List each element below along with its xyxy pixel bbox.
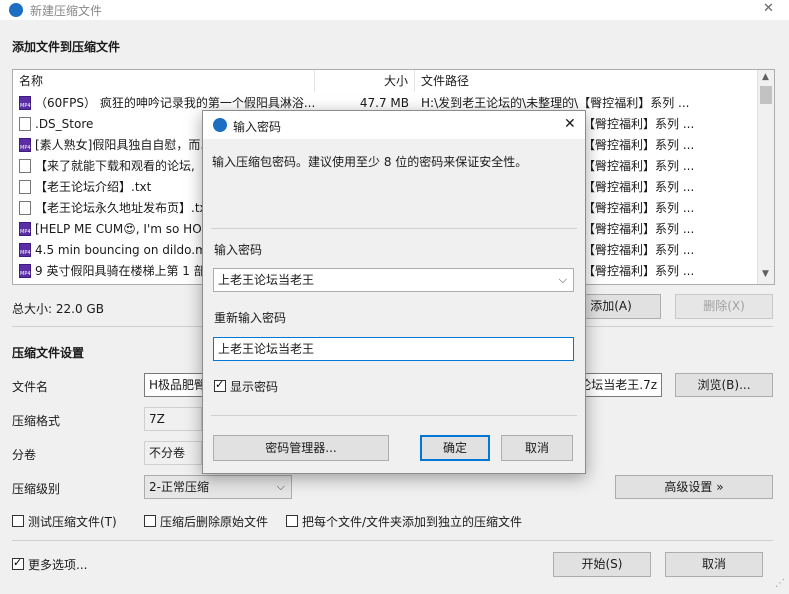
document-file-icon xyxy=(19,201,31,215)
chevron-down-icon[interactable]: ⌵ xyxy=(559,269,567,291)
browse-button[interactable]: 浏览(B)... xyxy=(675,373,773,397)
format-select[interactable]: 7Z xyxy=(144,407,202,431)
file-path: 【臀控福利】系列 ... xyxy=(583,264,695,278)
file-path: 【臀控福利】系列 ... xyxy=(583,138,695,152)
video-file-icon xyxy=(19,96,31,110)
separate-archives-label: 把每个文件/文件夹添加到独立的压缩文件 xyxy=(302,515,523,529)
advanced-settings-button[interactable]: 高级设置 » xyxy=(615,475,773,499)
document-file-icon xyxy=(19,180,31,194)
window-title: 新建压缩文件 xyxy=(30,4,103,18)
format-label: 压缩格式 xyxy=(12,414,61,428)
window-close-icon[interactable]: ✕ xyxy=(763,1,774,16)
test-archive-checkbox[interactable] xyxy=(12,515,24,527)
column-header-name[interactable]: 名称 xyxy=(13,70,315,92)
file-list-scrollbar[interactable]: ▲ ▼ xyxy=(757,70,774,284)
show-password-label: 显示密码 xyxy=(230,380,279,394)
video-file-icon xyxy=(19,138,31,152)
confirm-password-label: 重新输入密码 xyxy=(214,311,287,325)
dialog-title: 输入密码 xyxy=(233,120,282,134)
scroll-up-icon[interactable]: ▲ xyxy=(762,72,769,82)
delete-button[interactable]: 删除(X) xyxy=(675,294,773,319)
divider xyxy=(211,228,577,229)
level-value: 2-正常压缩 xyxy=(149,480,209,494)
more-options-label: 更多选项... xyxy=(28,558,88,572)
video-file-icon xyxy=(19,243,31,257)
app-logo-icon xyxy=(213,118,227,132)
dialog-title-bar: 输入密码 ✕ xyxy=(203,111,585,139)
password-input[interactable]: 上老王论坛当老王 ⌵ xyxy=(213,268,574,292)
title-bar: 新建压缩文件 ✕ xyxy=(0,0,789,20)
password-value: 上老王论坛当老王 xyxy=(218,273,315,287)
scrollbar-thumb[interactable] xyxy=(760,86,772,104)
settings-section-title: 压缩文件设置 xyxy=(12,346,85,360)
start-button[interactable]: 开始(S) xyxy=(553,552,651,577)
test-archive-label: 测试压缩文件(T) xyxy=(28,515,117,529)
video-file-icon xyxy=(19,264,31,278)
column-header-size[interactable]: 大小 xyxy=(315,70,415,92)
file-path: 【臀控福利】系列 ... xyxy=(583,243,695,257)
app-logo-icon xyxy=(9,3,23,17)
file-name: [素人熟女]假阳具独自自慰，而... xyxy=(35,138,212,152)
password-label: 输入密码 xyxy=(214,243,263,257)
file-path: 【臀控福利】系列 ... xyxy=(583,117,695,131)
volume-label: 分卷 xyxy=(12,448,37,462)
volume-select[interactable]: 不分卷 xyxy=(144,441,202,465)
total-size: 总大小: 22.0 GB xyxy=(12,302,104,316)
password-manager-button[interactable]: 密码管理器... xyxy=(213,435,389,461)
cancel-button[interactable]: 取消 xyxy=(665,552,763,577)
separate-archives-checkbox[interactable] xyxy=(286,515,298,527)
divider xyxy=(211,415,577,416)
scroll-down-icon[interactable]: ▼ xyxy=(762,269,769,279)
delete-after-checkbox[interactable] xyxy=(144,515,156,527)
column-header-path[interactable]: 文件路径 xyxy=(415,70,758,92)
more-options-checkbox[interactable] xyxy=(12,556,24,570)
document-file-icon xyxy=(19,159,31,173)
dialog-close-icon[interactable]: ✕ xyxy=(564,116,576,132)
file-name: 4.5 min bouncing on dildo.m xyxy=(35,243,207,257)
confirm-password-input[interactable]: 上老王论坛当老王 xyxy=(213,337,574,361)
filename-value-start: H极品肥臀 xyxy=(149,378,207,392)
dialog-description: 输入压缩包密码。建议使用至少 8 位的密码来保证安全性。 xyxy=(212,155,528,169)
file-path: 【臀控福利】系列 ... xyxy=(583,222,695,236)
filename-value-end: 论坛当老王.7z xyxy=(579,378,657,392)
chevron-down-icon: ⌵ xyxy=(276,480,285,493)
file-name: [HELP ME CUM😍, I'm so HO xyxy=(35,222,202,236)
resize-grip-icon[interactable]: ⋰ xyxy=(775,578,785,589)
file-name: 【来了就能下载和观看的论坛, xyxy=(35,159,195,173)
file-path: 【臀控福利】系列 ... xyxy=(583,201,695,215)
file-name: 【老王论坛介绍】.txt xyxy=(35,180,152,194)
password-dialog: 输入密码 ✕ 输入压缩包密码。建议使用至少 8 位的密码来保证安全性。 输入密码… xyxy=(202,110,586,474)
file-path: 【臀控福利】系列 ... xyxy=(583,180,695,194)
file-name: 9 英寸假阳具骑在楼梯上第 1 部 xyxy=(35,264,206,278)
video-file-icon xyxy=(19,222,31,236)
add-files-section-title: 添加文件到压缩文件 xyxy=(12,40,121,54)
file-name: .DS_Store xyxy=(35,117,94,131)
show-password-checkbox[interactable] xyxy=(214,378,226,392)
ok-button[interactable]: 确定 xyxy=(420,435,490,461)
delete-after-label: 压缩后删除原始文件 xyxy=(160,515,269,529)
file-name: 【老王论坛永久地址发布页】.tx xyxy=(35,201,207,215)
filename-label: 文件名 xyxy=(12,380,49,394)
dialog-cancel-button[interactable]: 取消 xyxy=(501,435,573,461)
document-file-icon xyxy=(19,117,31,131)
file-path: 【臀控福利】系列 ... xyxy=(583,159,695,173)
level-label: 压缩级别 xyxy=(12,482,61,496)
divider xyxy=(12,540,773,541)
level-select[interactable]: 2-正常压缩 ⌵ xyxy=(144,475,292,499)
